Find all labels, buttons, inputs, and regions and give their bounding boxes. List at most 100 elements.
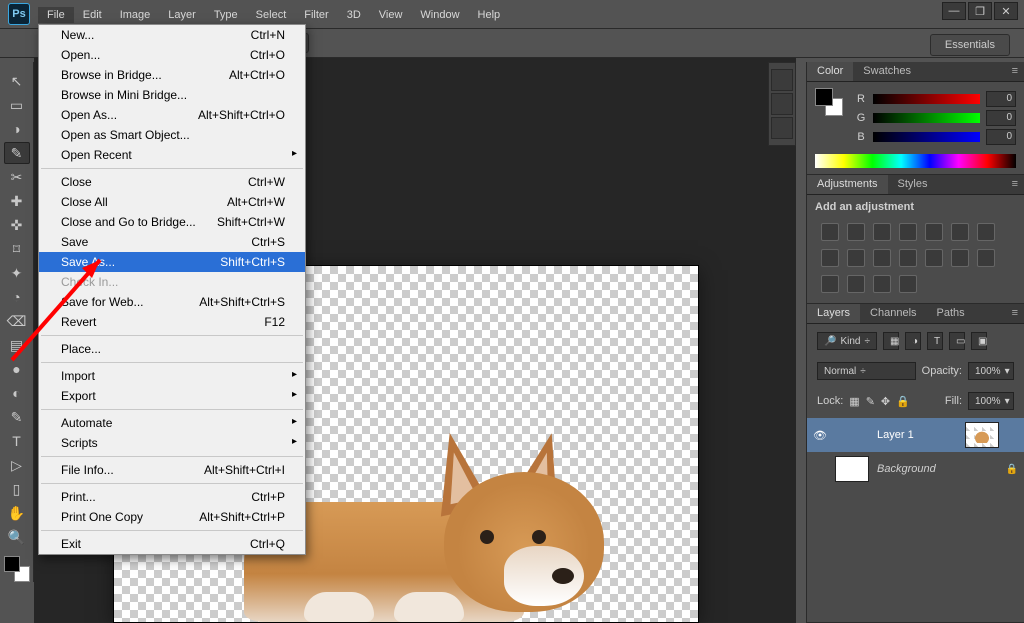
tool-icon[interactable]: ● <box>4 358 30 380</box>
adjustment-icon[interactable] <box>925 223 943 241</box>
visibility-toggle[interactable]: 👁 <box>813 429 827 442</box>
tab-color[interactable]: Color <box>807 62 853 81</box>
panel-menu-icon[interactable]: ≡ <box>1006 304 1024 323</box>
menu-item-exit[interactable]: ExitCtrl+Q <box>39 534 305 554</box>
tool-icon[interactable]: ▤ <box>4 334 30 356</box>
adjustment-icon[interactable] <box>951 249 969 267</box>
menu-item-open-as-smart-object[interactable]: Open as Smart Object... <box>39 125 305 145</box>
menu-item-print-one-copy[interactable]: Print One CopyAlt+Shift+Ctrl+P <box>39 507 305 527</box>
tool-icon[interactable]: ✚ <box>4 190 30 212</box>
tab-paths[interactable]: Paths <box>927 304 975 323</box>
r-slider[interactable] <box>873 94 980 104</box>
tool-icon[interactable]: ✂ <box>4 166 30 188</box>
adjustment-icon[interactable] <box>899 223 917 241</box>
b-value[interactable]: 0 <box>986 129 1016 145</box>
color-swatch-pair[interactable] <box>815 88 843 116</box>
tool-icon[interactable]: ✎ <box>4 406 30 428</box>
menu-item-scripts[interactable]: Scripts <box>39 433 305 453</box>
adjustment-icon[interactable] <box>925 249 943 267</box>
menu-item-save-for-web[interactable]: Save for Web...Alt+Shift+Ctrl+S <box>39 292 305 312</box>
adjustment-icon[interactable] <box>847 275 865 293</box>
menu-item-automate[interactable]: Automate <box>39 413 305 433</box>
maximize-button[interactable]: ❐ <box>968 2 992 20</box>
g-value[interactable]: 0 <box>986 110 1016 126</box>
tool-icon[interactable]: ◑ <box>4 118 30 140</box>
adjustment-icon[interactable] <box>847 249 865 267</box>
workspace-switcher[interactable]: Essentials <box>930 34 1010 56</box>
adjustment-icon[interactable] <box>899 275 917 293</box>
panel-menu-icon[interactable]: ≡ <box>1006 175 1024 194</box>
adjustment-icon[interactable] <box>977 223 995 241</box>
tab-layers[interactable]: Layers <box>807 304 860 323</box>
tool-icon[interactable]: ✎ <box>4 142 30 164</box>
color-spectrum[interactable] <box>815 154 1016 168</box>
menu-item-save-as[interactable]: Save As...Shift+Ctrl+S <box>39 252 305 272</box>
panel-menu-icon[interactable]: ≡ <box>1006 62 1024 81</box>
collapsed-panel-icon[interactable] <box>771 69 793 91</box>
menu-file[interactable]: File <box>38 7 74 23</box>
filter-shape-icon[interactable]: ▭ <box>949 332 965 350</box>
tab-channels[interactable]: Channels <box>860 304 926 323</box>
tab-adjustments[interactable]: Adjustments <box>807 175 888 194</box>
menu-view[interactable]: View <box>370 7 412 23</box>
collapsed-panel-icon[interactable] <box>771 117 793 139</box>
menu-item-close[interactable]: CloseCtrl+W <box>39 172 305 192</box>
tool-icon[interactable]: ◔ <box>4 286 30 308</box>
tool-icon[interactable]: ✋ <box>4 502 30 524</box>
menu-item-browse-in-bridge[interactable]: Browse in Bridge...Alt+Ctrl+O <box>39 65 305 85</box>
tool-icon[interactable]: ⌑ <box>4 238 30 260</box>
lock-all-icon[interactable]: 🔒 <box>896 395 910 408</box>
menu-item-open-as[interactable]: Open As...Alt+Shift+Ctrl+O <box>39 105 305 125</box>
collapsed-panel-icon[interactable] <box>771 93 793 115</box>
fill-field[interactable]: 100% ▾ <box>968 392 1014 410</box>
menu-item-save[interactable]: SaveCtrl+S <box>39 232 305 252</box>
menu-item-open[interactable]: Open...Ctrl+O <box>39 45 305 65</box>
menu-type[interactable]: Type <box>205 7 247 23</box>
adjustment-icon[interactable] <box>821 275 839 293</box>
menu-item-new[interactable]: New...Ctrl+N <box>39 25 305 45</box>
blend-mode-select[interactable]: Normal ÷ <box>817 362 916 380</box>
filter-smart-icon[interactable]: ▣ <box>971 332 987 350</box>
lock-trans-icon[interactable]: ▦ <box>849 395 859 408</box>
tool-icon[interactable]: ✦ <box>4 262 30 284</box>
close-button[interactable]: ✕ <box>994 2 1018 20</box>
filter-pixel-icon[interactable]: ▦ <box>883 332 899 350</box>
menu-item-print[interactable]: Print...Ctrl+P <box>39 487 305 507</box>
layer-item[interactable]: Background🔒 <box>807 452 1024 486</box>
adjustment-icon[interactable] <box>977 249 995 267</box>
menu-item-close-and-go-to-bridge[interactable]: Close and Go to Bridge...Shift+Ctrl+W <box>39 212 305 232</box>
tool-icon[interactable]: ↖ <box>4 70 30 92</box>
tool-icon[interactable]: ⌫ <box>4 310 30 332</box>
menu-item-file-info[interactable]: File Info...Alt+Shift+Ctrl+I <box>39 460 305 480</box>
adjustment-icon[interactable] <box>899 249 917 267</box>
adjustment-icon[interactable] <box>821 223 839 241</box>
menu-item-browse-in-mini-bridge[interactable]: Browse in Mini Bridge... <box>39 85 305 105</box>
menu-help[interactable]: Help <box>469 7 510 23</box>
adjustment-icon[interactable] <box>873 223 891 241</box>
menu-image[interactable]: Image <box>111 7 160 23</box>
tool-icon[interactable]: T <box>4 430 30 452</box>
menu-select[interactable]: Select <box>247 7 296 23</box>
menu-item-place[interactable]: Place... <box>39 339 305 359</box>
menu-item-close-all[interactable]: Close AllAlt+Ctrl+W <box>39 192 305 212</box>
layer-name[interactable]: Background <box>877 463 998 475</box>
lock-pixels-icon[interactable]: ✎ <box>866 395 875 408</box>
filter-adjust-icon[interactable]: ◑ <box>905 332 921 350</box>
menu-item-import[interactable]: Import <box>39 366 305 386</box>
tab-styles[interactable]: Styles <box>888 175 938 194</box>
menu-item-export[interactable]: Export <box>39 386 305 406</box>
menu-item-open-recent[interactable]: Open Recent <box>39 145 305 165</box>
tool-icon[interactable]: ✜ <box>4 214 30 236</box>
color-swatch-tool[interactable] <box>4 556 30 582</box>
layer-kind-filter[interactable]: 🔎Kind ÷ <box>817 332 877 350</box>
b-slider[interactable] <box>873 132 980 142</box>
menu-layer[interactable]: Layer <box>159 7 205 23</box>
tool-icon[interactable]: ▷ <box>4 454 30 476</box>
tool-icon[interactable]: ▭ <box>4 94 30 116</box>
adjustment-icon[interactable] <box>847 223 865 241</box>
adjustment-icon[interactable] <box>951 223 969 241</box>
tab-swatches[interactable]: Swatches <box>853 62 921 81</box>
tool-icon[interactable]: 🔍 <box>4 526 30 548</box>
minimize-button[interactable]: — <box>942 2 966 20</box>
lock-position-icon[interactable]: ✥ <box>881 395 890 408</box>
